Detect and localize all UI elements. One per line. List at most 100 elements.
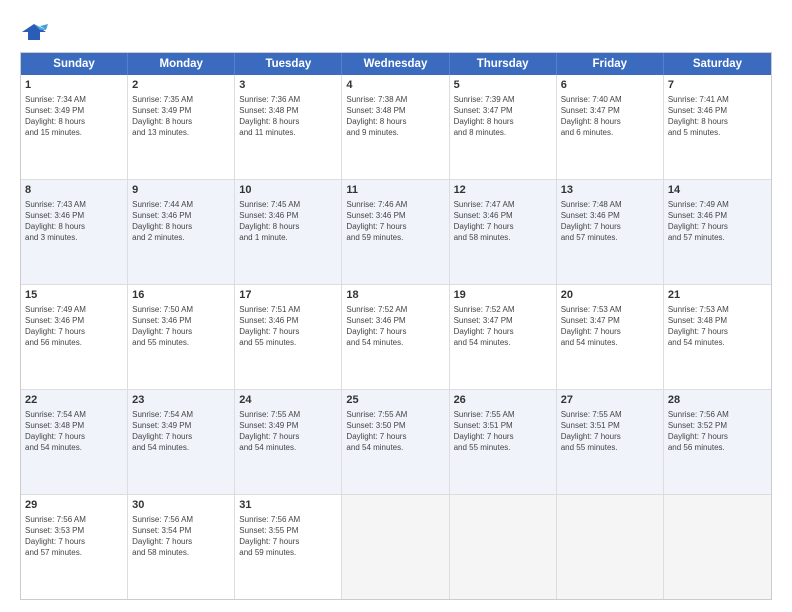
cell-info: Sunrise: 7:56 AMSunset: 3:52 PMDaylight:… <box>668 409 767 453</box>
day-number: 25 <box>346 393 444 408</box>
day-number: 24 <box>239 393 337 408</box>
cell-info: Sunrise: 7:49 AMSunset: 3:46 PMDaylight:… <box>25 304 123 348</box>
logo-icon <box>20 22 48 44</box>
cell-info: Sunrise: 7:48 AMSunset: 3:46 PMDaylight:… <box>561 199 659 243</box>
calendar-cell-31: 31Sunrise: 7:56 AMSunset: 3:55 PMDayligh… <box>235 495 342 599</box>
calendar-cell-11: 11Sunrise: 7:46 AMSunset: 3:46 PMDayligh… <box>342 180 449 284</box>
calendar-header-saturday: Saturday <box>664 53 771 75</box>
calendar-header-friday: Friday <box>557 53 664 75</box>
page: SundayMondayTuesdayWednesdayThursdayFrid… <box>0 0 792 612</box>
cell-info: Sunrise: 7:43 AMSunset: 3:46 PMDaylight:… <box>25 199 123 243</box>
calendar-cell-17: 17Sunrise: 7:51 AMSunset: 3:46 PMDayligh… <box>235 285 342 389</box>
cell-info: Sunrise: 7:55 AMSunset: 3:49 PMDaylight:… <box>239 409 337 453</box>
day-number: 27 <box>561 393 659 408</box>
cell-info: Sunrise: 7:34 AMSunset: 3:49 PMDaylight:… <box>25 94 123 138</box>
calendar-cell-25: 25Sunrise: 7:55 AMSunset: 3:50 PMDayligh… <box>342 390 449 494</box>
calendar-cell-12: 12Sunrise: 7:47 AMSunset: 3:46 PMDayligh… <box>450 180 557 284</box>
day-number: 12 <box>454 183 552 198</box>
calendar-cell-15: 15Sunrise: 7:49 AMSunset: 3:46 PMDayligh… <box>21 285 128 389</box>
cell-info: Sunrise: 7:50 AMSunset: 3:46 PMDaylight:… <box>132 304 230 348</box>
cell-info: Sunrise: 7:51 AMSunset: 3:46 PMDaylight:… <box>239 304 337 348</box>
calendar-header-tuesday: Tuesday <box>235 53 342 75</box>
day-number: 30 <box>132 498 230 513</box>
calendar-cell-1: 1Sunrise: 7:34 AMSunset: 3:49 PMDaylight… <box>21 75 128 179</box>
day-number: 17 <box>239 288 337 303</box>
cell-info: Sunrise: 7:56 AMSunset: 3:53 PMDaylight:… <box>25 514 123 558</box>
day-number: 2 <box>132 78 230 93</box>
calendar-cell-30: 30Sunrise: 7:56 AMSunset: 3:54 PMDayligh… <box>128 495 235 599</box>
calendar-cell-24: 24Sunrise: 7:55 AMSunset: 3:49 PMDayligh… <box>235 390 342 494</box>
calendar-cell-8: 8Sunrise: 7:43 AMSunset: 3:46 PMDaylight… <box>21 180 128 284</box>
cell-info: Sunrise: 7:56 AMSunset: 3:54 PMDaylight:… <box>132 514 230 558</box>
calendar-cell-3: 3Sunrise: 7:36 AMSunset: 3:48 PMDaylight… <box>235 75 342 179</box>
cell-info: Sunrise: 7:55 AMSunset: 3:51 PMDaylight:… <box>454 409 552 453</box>
day-number: 10 <box>239 183 337 198</box>
calendar-cell-21: 21Sunrise: 7:53 AMSunset: 3:48 PMDayligh… <box>664 285 771 389</box>
day-number: 13 <box>561 183 659 198</box>
day-number: 16 <box>132 288 230 303</box>
cell-info: Sunrise: 7:47 AMSunset: 3:46 PMDaylight:… <box>454 199 552 243</box>
calendar-cell-23: 23Sunrise: 7:54 AMSunset: 3:49 PMDayligh… <box>128 390 235 494</box>
calendar-row-1: 1Sunrise: 7:34 AMSunset: 3:49 PMDaylight… <box>21 75 771 179</box>
day-number: 29 <box>25 498 123 513</box>
calendar-cell-26: 26Sunrise: 7:55 AMSunset: 3:51 PMDayligh… <box>450 390 557 494</box>
calendar-cell-13: 13Sunrise: 7:48 AMSunset: 3:46 PMDayligh… <box>557 180 664 284</box>
cell-info: Sunrise: 7:45 AMSunset: 3:46 PMDaylight:… <box>239 199 337 243</box>
day-number: 26 <box>454 393 552 408</box>
day-number: 21 <box>668 288 767 303</box>
calendar-cell-14: 14Sunrise: 7:49 AMSunset: 3:46 PMDayligh… <box>664 180 771 284</box>
day-number: 31 <box>239 498 337 513</box>
calendar-cell-2: 2Sunrise: 7:35 AMSunset: 3:49 PMDaylight… <box>128 75 235 179</box>
day-number: 18 <box>346 288 444 303</box>
calendar-body: 1Sunrise: 7:34 AMSunset: 3:49 PMDaylight… <box>21 75 771 599</box>
calendar-cell-empty <box>342 495 449 599</box>
day-number: 19 <box>454 288 552 303</box>
cell-info: Sunrise: 7:35 AMSunset: 3:49 PMDaylight:… <box>132 94 230 138</box>
cell-info: Sunrise: 7:41 AMSunset: 3:46 PMDaylight:… <box>668 94 767 138</box>
calendar-header-thursday: Thursday <box>450 53 557 75</box>
cell-info: Sunrise: 7:55 AMSunset: 3:51 PMDaylight:… <box>561 409 659 453</box>
day-number: 28 <box>668 393 767 408</box>
cell-info: Sunrise: 7:40 AMSunset: 3:47 PMDaylight:… <box>561 94 659 138</box>
cell-info: Sunrise: 7:54 AMSunset: 3:49 PMDaylight:… <box>132 409 230 453</box>
day-number: 22 <box>25 393 123 408</box>
calendar-cell-6: 6Sunrise: 7:40 AMSunset: 3:47 PMDaylight… <box>557 75 664 179</box>
calendar-cell-9: 9Sunrise: 7:44 AMSunset: 3:46 PMDaylight… <box>128 180 235 284</box>
calendar-cell-16: 16Sunrise: 7:50 AMSunset: 3:46 PMDayligh… <box>128 285 235 389</box>
calendar-row-3: 15Sunrise: 7:49 AMSunset: 3:46 PMDayligh… <box>21 284 771 389</box>
cell-info: Sunrise: 7:52 AMSunset: 3:47 PMDaylight:… <box>454 304 552 348</box>
day-number: 20 <box>561 288 659 303</box>
calendar-row-4: 22Sunrise: 7:54 AMSunset: 3:48 PMDayligh… <box>21 389 771 494</box>
calendar-cell-18: 18Sunrise: 7:52 AMSunset: 3:46 PMDayligh… <box>342 285 449 389</box>
calendar-cell-empty <box>450 495 557 599</box>
cell-info: Sunrise: 7:49 AMSunset: 3:46 PMDaylight:… <box>668 199 767 243</box>
day-number: 15 <box>25 288 123 303</box>
cell-info: Sunrise: 7:39 AMSunset: 3:47 PMDaylight:… <box>454 94 552 138</box>
calendar-row-5: 29Sunrise: 7:56 AMSunset: 3:53 PMDayligh… <box>21 494 771 599</box>
calendar-cell-29: 29Sunrise: 7:56 AMSunset: 3:53 PMDayligh… <box>21 495 128 599</box>
calendar-cell-19: 19Sunrise: 7:52 AMSunset: 3:47 PMDayligh… <box>450 285 557 389</box>
day-number: 3 <box>239 78 337 93</box>
calendar-header: SundayMondayTuesdayWednesdayThursdayFrid… <box>21 53 771 75</box>
cell-info: Sunrise: 7:55 AMSunset: 3:50 PMDaylight:… <box>346 409 444 453</box>
calendar-header-monday: Monday <box>128 53 235 75</box>
cell-info: Sunrise: 7:56 AMSunset: 3:55 PMDaylight:… <box>239 514 337 558</box>
calendar-cell-empty <box>664 495 771 599</box>
day-number: 7 <box>668 78 767 93</box>
cell-info: Sunrise: 7:44 AMSunset: 3:46 PMDaylight:… <box>132 199 230 243</box>
cell-info: Sunrise: 7:52 AMSunset: 3:46 PMDaylight:… <box>346 304 444 348</box>
day-number: 23 <box>132 393 230 408</box>
calendar-cell-10: 10Sunrise: 7:45 AMSunset: 3:46 PMDayligh… <box>235 180 342 284</box>
calendar: SundayMondayTuesdayWednesdayThursdayFrid… <box>20 52 772 600</box>
calendar-cell-20: 20Sunrise: 7:53 AMSunset: 3:47 PMDayligh… <box>557 285 664 389</box>
day-number: 11 <box>346 183 444 198</box>
cell-info: Sunrise: 7:46 AMSunset: 3:46 PMDaylight:… <box>346 199 444 243</box>
calendar-cell-27: 27Sunrise: 7:55 AMSunset: 3:51 PMDayligh… <box>557 390 664 494</box>
calendar-cell-28: 28Sunrise: 7:56 AMSunset: 3:52 PMDayligh… <box>664 390 771 494</box>
logo <box>20 22 52 44</box>
header <box>20 18 772 44</box>
day-number: 8 <box>25 183 123 198</box>
day-number: 5 <box>454 78 552 93</box>
day-number: 14 <box>668 183 767 198</box>
calendar-cell-5: 5Sunrise: 7:39 AMSunset: 3:47 PMDaylight… <box>450 75 557 179</box>
